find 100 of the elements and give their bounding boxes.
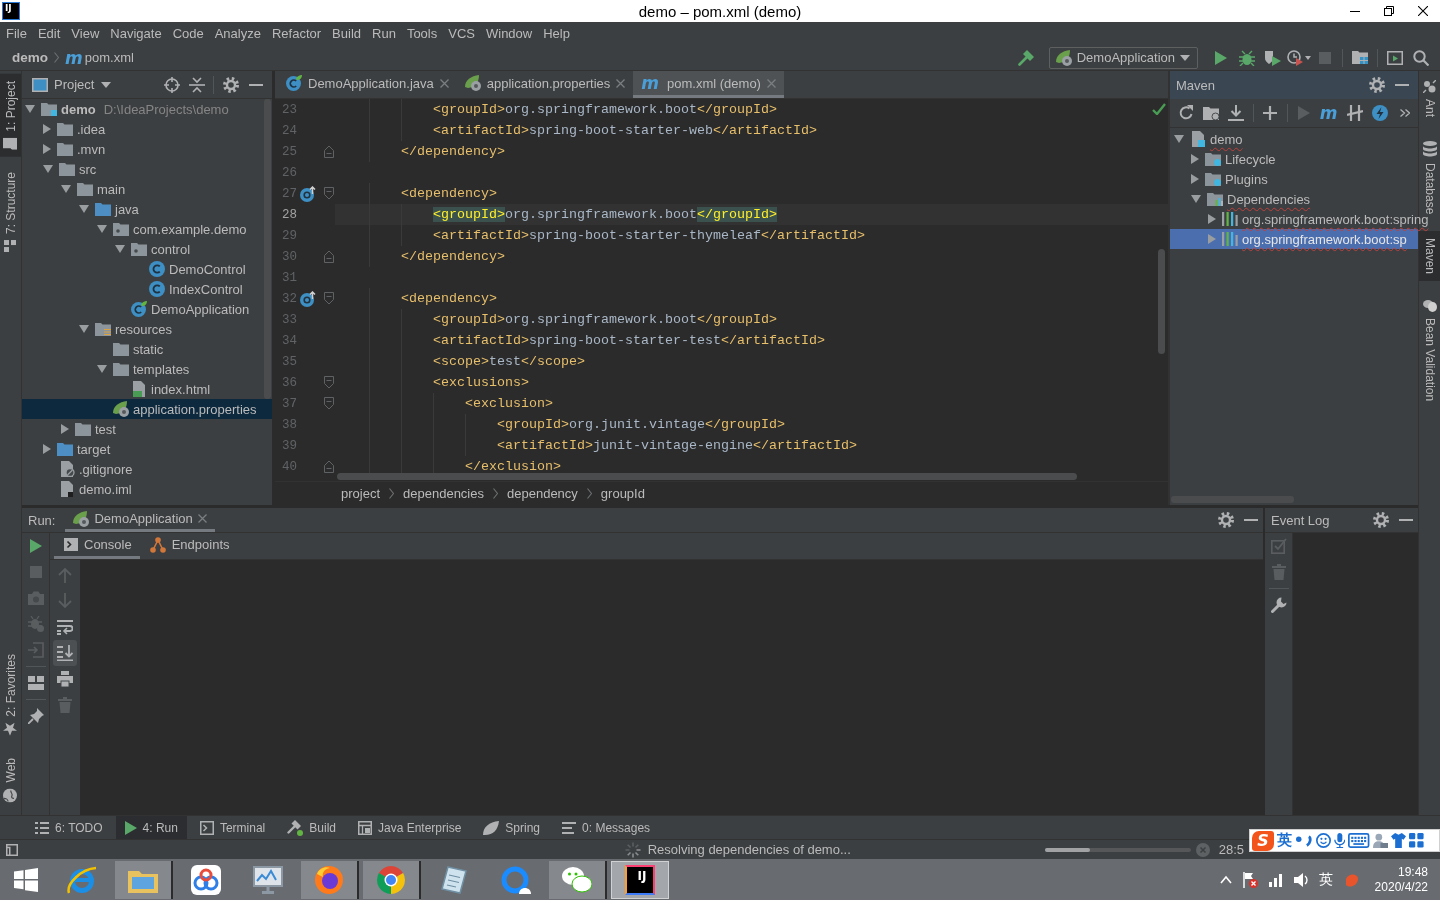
grid-icon[interactable] <box>1408 833 1424 848</box>
menu-item[interactable]: Window <box>485 26 533 41</box>
menu-item[interactable]: Run <box>372 26 396 41</box>
breadcrumb-file[interactable]: pom.xml <box>84 50 134 65</box>
tool-window-button[interactable]: Build <box>278 816 345 839</box>
caret-right-icon[interactable] <box>1208 214 1216 224</box>
tool-window-button[interactable]: Bean Validation <box>1419 291 1440 409</box>
scrollbar[interactable] <box>1171 496 1294 503</box>
taskbar-app-button[interactable] <box>115 860 173 899</box>
tree-item[interactable]: index.html <box>22 379 272 399</box>
run-tab[interactable]: DemoApplication <box>65 508 215 532</box>
tree-item[interactable]: demo.iml <box>22 479 272 499</box>
punctuation-icon[interactable] <box>1295 833 1313 848</box>
fold-marker-icon[interactable] <box>324 376 334 389</box>
tree-item[interactable]: DemoApplication <box>22 299 272 319</box>
breadcrumb[interactable]: dependency <box>507 486 578 501</box>
taskbar-app-button[interactable] <box>301 860 359 899</box>
caret-down-icon[interactable] <box>97 365 107 373</box>
toolbar-button[interactable] <box>53 640 77 666</box>
tree-item[interactable]: DemoControl <box>22 259 272 279</box>
breadcrumb[interactable]: dependencies <box>403 486 484 501</box>
menu-item[interactable]: Navigate <box>110 26 162 41</box>
tree-item[interactable]: .idea <box>22 119 272 139</box>
tree-item[interactable]: Lifecycle <box>1170 149 1418 169</box>
keyboard-icon[interactable] <box>1348 833 1370 848</box>
fold-marker-icon[interactable] <box>324 250 334 263</box>
fold-marker-icon[interactable] <box>324 292 334 305</box>
caret-position[interactable]: 28:5 <box>1218 842 1244 857</box>
tree-item[interactable]: src <box>22 159 272 179</box>
toolbar-button[interactable]: m <box>1317 101 1343 125</box>
editor-tab[interactable]: application.properties <box>456 71 634 98</box>
input-mode[interactable]: 英 <box>1277 831 1292 850</box>
menu-item[interactable]: Tools <box>406 26 438 41</box>
menu-item[interactable]: Analyze <box>214 26 261 41</box>
flag-icon[interactable] <box>1242 871 1258 888</box>
tree-item[interactable]: org.springframework.boot:sp <box>1170 229 1418 249</box>
menu-item[interactable]: Build <box>332 26 361 41</box>
menu-item[interactable]: VCS <box>448 26 475 41</box>
tool-window-button[interactable]: Terminal <box>190 816 275 839</box>
tree-item[interactable]: Plugins <box>1170 169 1418 189</box>
tree-item[interactable]: .mvn <box>22 139 272 159</box>
editor-tab[interactable]: DemoApplication.java <box>278 71 457 98</box>
close-icon[interactable] <box>439 78 449 88</box>
tool-window-button[interactable]: Spring <box>474 816 550 839</box>
caret-right-icon[interactable] <box>1191 174 1199 184</box>
tree-item[interactable]: IndexControl <box>22 279 272 299</box>
smiley-icon[interactable] <box>1315 833 1331 848</box>
tree-item[interactable]: target <box>22 439 272 459</box>
close-icon[interactable] <box>197 514 207 523</box>
caret-down-icon[interactable] <box>115 245 125 253</box>
breadcrumb[interactable]: groupId <box>600 486 645 501</box>
scrollbar[interactable] <box>1158 249 1165 354</box>
tool-window-button[interactable]: Web <box>0 750 21 809</box>
caret-down-icon[interactable] <box>43 165 53 173</box>
menu-item[interactable]: Help <box>543 26 570 41</box>
tree-item[interactable]: Dependencies <box>1170 189 1418 209</box>
tree-item[interactable]: resources <box>22 319 272 339</box>
menu-item[interactable]: File <box>6 26 27 41</box>
tool-window-button[interactable]: 0: Messages <box>553 816 660 839</box>
run-configuration-dropdown[interactable]: DemoApplication <box>1048 46 1198 69</box>
caret-down-icon[interactable] <box>79 325 89 333</box>
taskbar-app-button[interactable] <box>549 860 607 899</box>
ime-logo[interactable]: S <box>1252 830 1274 851</box>
tree-item[interactable]: control <box>22 239 272 259</box>
taskbar-app-button[interactable] <box>363 860 421 899</box>
speaker-icon[interactable] <box>1293 871 1308 888</box>
caret-right-icon[interactable] <box>43 124 51 134</box>
caret-right-icon[interactable] <box>1191 154 1199 164</box>
tool-window-button[interactable]: 2: Favorites <box>0 646 21 743</box>
person-icon[interactable] <box>1372 833 1388 848</box>
caret-down-icon[interactable] <box>61 185 71 193</box>
menu-item[interactable]: Code <box>172 26 204 41</box>
caret-down-icon[interactable] <box>79 205 89 213</box>
fold-marker-icon[interactable] <box>324 145 334 158</box>
tree-item[interactable]: demo <box>1170 129 1418 149</box>
editor-tab[interactable]: m pom.xml (demo) <box>633 71 784 98</box>
shirt-icon[interactable] <box>1390 833 1406 848</box>
menu-item[interactable]: View <box>71 26 100 41</box>
tree-item[interactable]: test <box>22 419 272 439</box>
fold-marker-icon[interactable] <box>324 460 334 473</box>
caret-right-icon[interactable] <box>43 144 51 154</box>
tree-item[interactable]: templates <box>22 359 272 379</box>
tree-item[interactable]: com.example.demo <box>22 219 272 239</box>
caret-right-icon[interactable] <box>43 444 51 454</box>
tool-window-button[interactable]: 6: TODO <box>26 816 112 839</box>
breadcrumb-project[interactable]: demo <box>12 50 48 65</box>
chevron-up-icon[interactable] <box>1219 875 1232 884</box>
caret-down-icon[interactable] <box>1191 195 1201 203</box>
tree-item[interactable]: static <box>22 339 272 359</box>
tool-window-button[interactable]: 4: Run <box>115 816 187 839</box>
fold-marker-icon[interactable] <box>324 397 334 410</box>
menu-item[interactable]: Edit <box>37 26 61 41</box>
scrollbar[interactable] <box>264 99 271 399</box>
scrollbar[interactable] <box>337 473 1077 480</box>
tool-window-button[interactable]: 7: Structure <box>0 164 21 259</box>
fold-marker-icon[interactable] <box>324 187 334 200</box>
taskbar-app-button[interactable]: IJ <box>611 860 669 899</box>
caret-right-icon[interactable] <box>61 424 69 434</box>
tree-item[interactable]: application.properties <box>22 399 272 419</box>
caret-down-icon[interactable] <box>97 225 107 233</box>
